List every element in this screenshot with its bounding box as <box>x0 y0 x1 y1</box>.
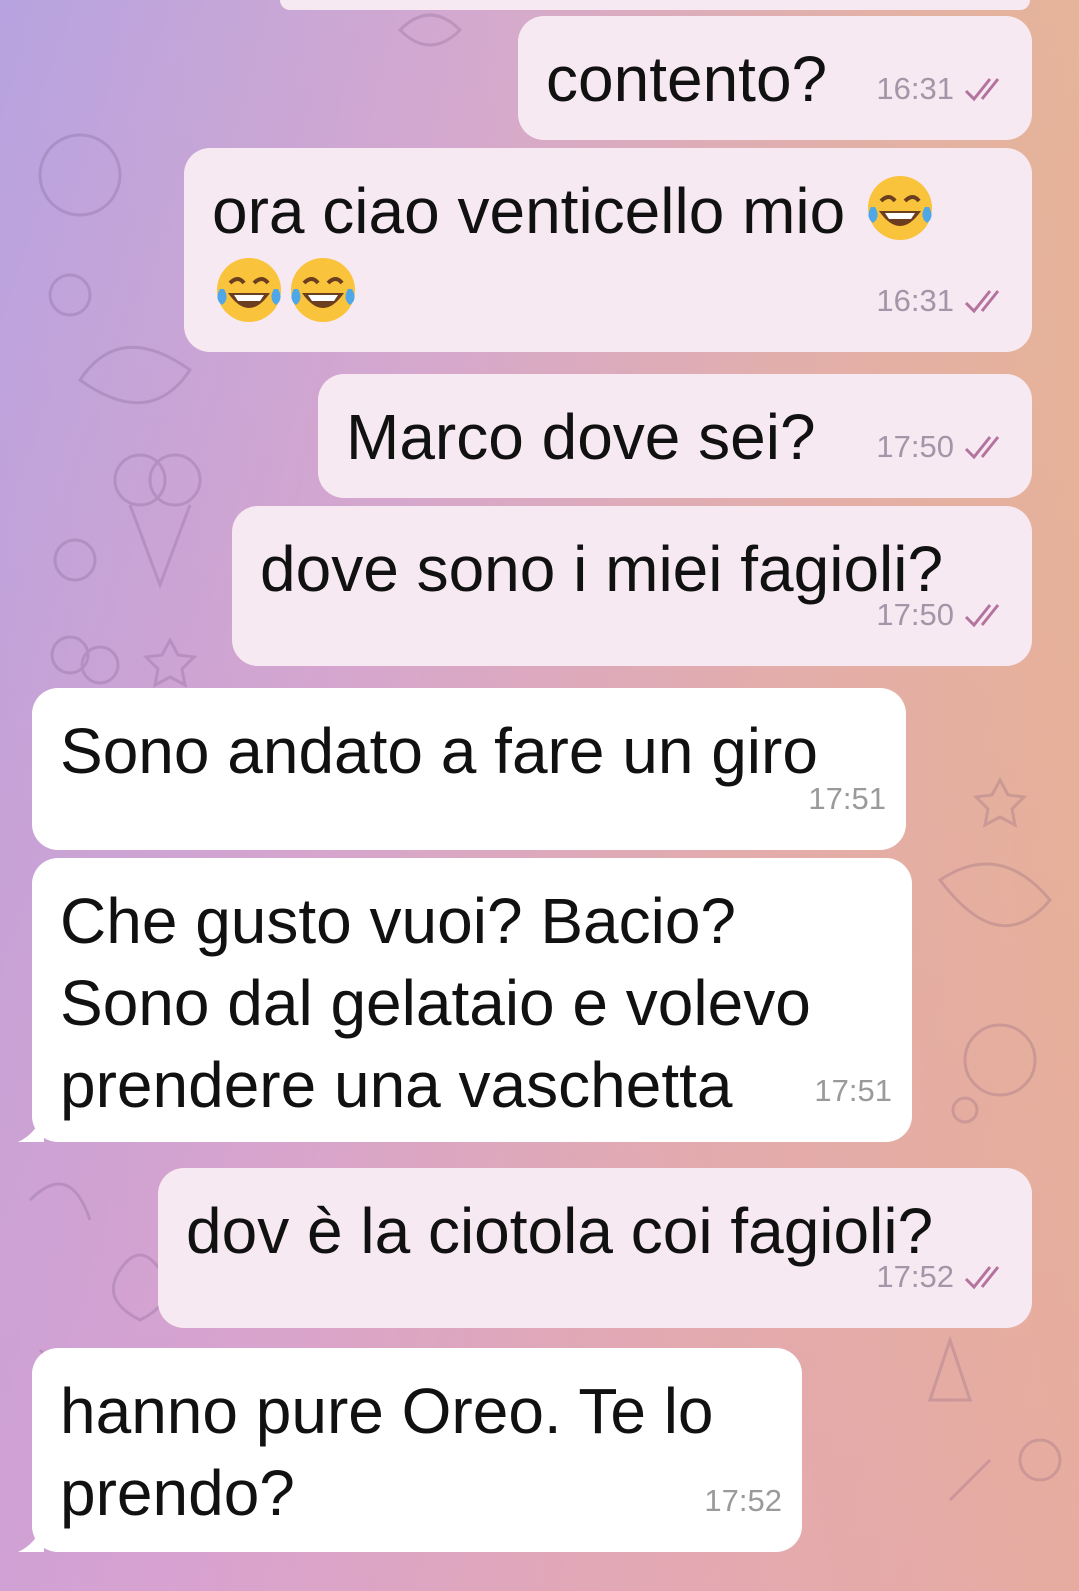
message-time: 17:50 <box>876 429 954 464</box>
message-meta: 17:50 <box>876 406 1012 488</box>
previous-message-edge <box>280 0 1030 10</box>
tears-of-joy-emoji-icon <box>217 258 281 322</box>
double-check-icon <box>964 78 1000 102</box>
message-bubble-outgoing[interactable]: contento? 16:31 <box>518 16 1032 140</box>
message-bubble-outgoing[interactable]: dov è la ciotola coi fagioli? 17:52 <box>158 1168 1032 1328</box>
message-bubble-outgoing[interactable]: Marco dove sei? 17:50 <box>318 374 1032 498</box>
message-meta: 17:52 <box>704 1460 782 1542</box>
message-bubble-outgoing[interactable]: ora ciao venticello mio 16:31 <box>184 148 1032 352</box>
message-time: 16:31 <box>876 71 954 106</box>
double-check-icon <box>964 1266 1000 1290</box>
message-time: 17:51 <box>808 781 886 816</box>
message-line: Che gusto vuoi? Bacio? <box>60 885 736 957</box>
message-time: 17:52 <box>704 1483 782 1518</box>
message-meta: 16:31 <box>876 48 1012 130</box>
message-text: dov è la ciotola coi fagioli? <box>186 1195 934 1267</box>
message-text: Sono andato a fare un giro <box>60 715 818 787</box>
message-line: prendere una vaschetta <box>60 1049 733 1121</box>
message-bubble-outgoing[interactable]: dove sono i miei fagioli? 17:50 <box>232 506 1032 666</box>
message-bubble-incoming[interactable]: hanno pure Oreo. Te lo prendo? 17:52 <box>18 1348 802 1552</box>
message-time: 17:50 <box>876 597 954 632</box>
double-check-icon <box>964 290 1000 314</box>
message-text: contento? <box>546 43 828 115</box>
message-line: hanno pure Oreo. Te lo <box>60 1375 714 1447</box>
message-time: 17:51 <box>814 1073 892 1108</box>
message-text: ora ciao venticello mio <box>212 175 846 247</box>
message-text: Marco dove sei? <box>346 401 816 473</box>
message-meta: 17:51 <box>814 1050 892 1132</box>
message-meta: 16:31 <box>876 260 1012 342</box>
bubble-tail <box>18 1522 44 1552</box>
double-check-icon <box>964 604 1000 628</box>
message-time: 17:52 <box>876 1259 954 1294</box>
tears-of-joy-emoji-icon <box>867 176 932 240</box>
message-line: prendo? <box>60 1457 295 1529</box>
message-time: 16:31 <box>876 283 954 318</box>
message-meta: 17:51 <box>808 758 886 840</box>
message-meta: 17:52 <box>876 1236 1012 1318</box>
message-meta: 17:50 <box>876 574 1012 656</box>
bubble-tail <box>18 1112 44 1142</box>
tears-of-joy-emoji-icon <box>291 258 355 322</box>
message-bubble-incoming[interactable]: Sono andato a fare un giro 17:51 <box>32 688 906 850</box>
message-line: Sono dal gelataio e volevo <box>60 967 811 1039</box>
message-bubble-incoming[interactable]: Che gusto vuoi? Bacio? Sono dal gelataio… <box>18 858 912 1142</box>
message-text: dove sono i miei fagioli? <box>260 533 944 605</box>
double-check-icon <box>964 436 1000 460</box>
